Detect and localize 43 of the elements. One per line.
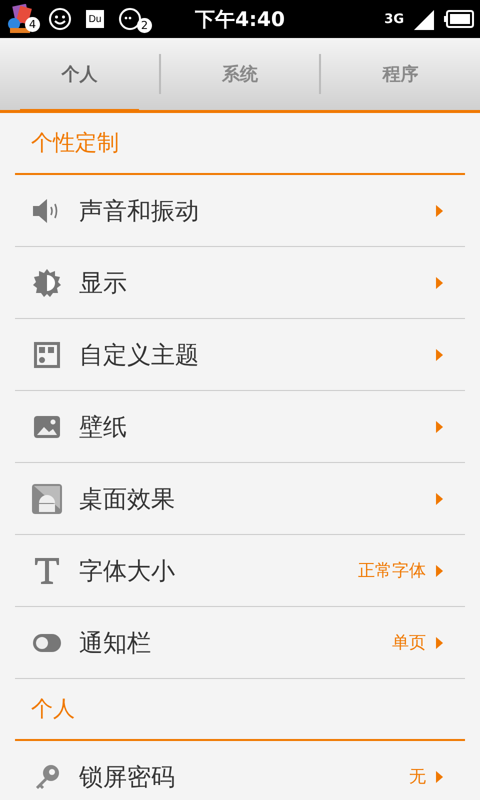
app-icon: Du (86, 10, 104, 28)
letter-t-icon (34, 556, 60, 584)
row-value: 正常字体 (358, 560, 426, 582)
brightness-icon (32, 268, 62, 298)
row-value: 单页 (392, 632, 426, 654)
clock: 下午4:40 (195, 6, 285, 32)
settings-row[interactable]: 壁纸 (15, 391, 465, 463)
toggle-icon (32, 632, 62, 652)
settings-row[interactable]: 显示 (15, 247, 465, 319)
chevron-icon (436, 348, 443, 360)
chevron-icon (436, 204, 443, 216)
row-label: 声音和振动 (79, 196, 200, 226)
chevron-icon (436, 636, 443, 648)
settings-row[interactable]: 字体大小 正常字体 (15, 535, 465, 607)
chevron-icon (436, 492, 443, 504)
row-label: 显示 (79, 268, 128, 298)
chevron-icon (436, 420, 443, 432)
settings-row[interactable]: 自定义主题 (15, 319, 465, 391)
row-label: 通知栏 (79, 628, 152, 658)
chevron-icon (436, 770, 443, 782)
row-label: 自定义主题 (79, 340, 200, 370)
image-icon (33, 414, 61, 438)
row-label: 锁屏密码 (79, 762, 176, 792)
settings-row[interactable]: 锁屏密码 无 (15, 741, 465, 800)
network-type: 3G (384, 12, 404, 26)
row-label: 桌面效果 (79, 484, 176, 514)
notification-badge: 4 (25, 17, 40, 32)
settings-row[interactable]: 桌面效果 (15, 463, 465, 535)
section-header: 个人 (31, 696, 75, 724)
settings-row[interactable]: 通知栏 单页 (15, 607, 465, 679)
row-label: 字体大小 (79, 556, 176, 586)
signal-icon (412, 8, 436, 30)
tab[interactable]: 个人 (20, 38, 139, 113)
chevron-icon (436, 276, 443, 288)
battery-icon (444, 10, 474, 28)
smiley-icon (48, 7, 72, 31)
grid-icon (33, 340, 61, 368)
section-header: 个性定制 (31, 130, 119, 158)
row-label: 壁纸 (79, 412, 128, 442)
chevron-icon (436, 564, 443, 576)
row-value: 无 (409, 766, 426, 788)
notification-badge: 2 (137, 18, 152, 33)
settings-row[interactable]: 声音和振动 (15, 175, 465, 247)
